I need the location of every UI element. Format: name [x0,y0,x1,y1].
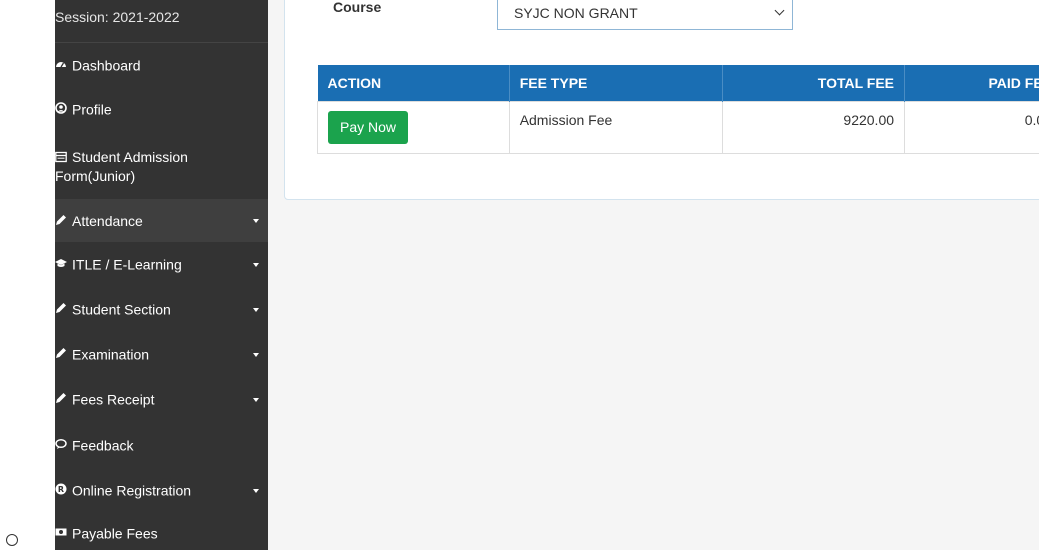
sidebar-item-examination[interactable]: Examination [55,345,268,365]
column-header-total-fee: TOTAL FEE [722,65,906,101]
svg-text:R: R [58,485,64,494]
pencil-icon [56,393,66,403]
sidebar-item-label: Feedback [72,437,134,454]
pencil-icon [56,303,66,313]
dashboard-icon [56,62,66,68]
pencil-icon [56,348,66,358]
column-header-paid-fee: PAID FEE [904,65,1039,101]
sidebar-item-label: Student Admission [72,149,188,165]
sidebar: Session: 2021-2022 Dashboard Profile Stu… [55,0,268,550]
sidebar-item-label: Online Registration [72,482,192,499]
registered-icon: R [55,483,67,495]
caret-down-icon [253,489,259,493]
circle-icon [6,534,18,546]
sidebar-item-label: Fees Receipt [72,391,155,408]
fee-type-cell: Admission Fee [508,100,724,154]
sidebar-item-dashboard[interactable]: Dashboard [55,56,268,76]
caret-down-icon [253,353,259,357]
caret-down-icon [253,308,259,312]
chevron-down-icon [774,5,785,16]
sidebar-item-feedback[interactable]: Feedback [55,436,268,456]
table-row: Pay Now Admission Fee 9220.00 0.00 [317,100,1039,154]
course-select-value: SYJC NON GRANT [514,5,638,21]
main-content: Course SYJC NON GRANT ACTION FEE TYPE TO… [268,0,1039,550]
column-header-fee-type: FEE TYPE [509,65,724,101]
sidebar-item-online-registration[interactable]: R Online Registration [55,481,268,501]
sidebar-item-attendance[interactable]: Attendance [55,199,268,242]
sidebar-item-label-line1: Student Admission [55,148,268,167]
money-icon [55,528,67,536]
fees-table: ACTION FEE TYPE TOTAL FEE PAID FEE Pay N… [317,65,1039,154]
sidebar-item-label: Dashboard [72,57,141,74]
fees-panel: Course SYJC NON GRANT ACTION FEE TYPE TO… [284,0,1039,200]
sidebar-item-label-line2: Form(Junior) [55,168,136,184]
user-icon [55,102,67,114]
paid-fee-cell: 0.00 [904,100,1039,154]
sidebar-item-label: Examination [72,346,150,363]
comments-icon [55,438,67,449]
sidebar-item-student-admission-form[interactable]: Student Admission Form(Junior) [55,148,268,188]
sidebar-item-label: Attendance [72,212,143,229]
column-header-action: ACTION [317,65,510,101]
sidebar-item-fees-receipt[interactable]: Fees Receipt [55,390,268,410]
app-frame: Session: 2021-2022 Dashboard Profile Stu… [0,0,1039,550]
form-icon [55,151,67,163]
pencil-icon [56,215,66,225]
caret-down-icon [253,398,259,402]
caret-down-icon [253,218,259,223]
table-header-row: ACTION FEE TYPE TOTAL FEE PAID FEE [317,65,1039,101]
total-fee-cell: 9220.00 [722,100,906,154]
session-label: Session: 2021-2022 [55,0,268,43]
sidebar-item-payable-fees[interactable]: Payable Fees [55,524,268,544]
sidebar-item-label: Student Section [72,301,171,318]
sidebar-item-label: Payable Fees [72,525,158,542]
sidebar-item-label: Profile [72,101,112,118]
pay-now-button[interactable]: Pay Now [328,110,409,144]
graduation-cap-icon [55,259,67,267]
caret-down-icon [253,263,259,267]
sidebar-item-label: ITLE / E-Learning [72,256,182,273]
sidebar-item-itle-e-learning[interactable]: ITLE / E-Learning [55,255,268,275]
course-label: Course [333,0,382,15]
course-select[interactable]: SYJC NON GRANT [497,0,793,30]
sidebar-item-profile[interactable]: Profile [55,100,268,120]
action-cell: Pay Now [317,100,510,154]
sidebar-item-student-section[interactable]: Student Section [55,300,268,320]
